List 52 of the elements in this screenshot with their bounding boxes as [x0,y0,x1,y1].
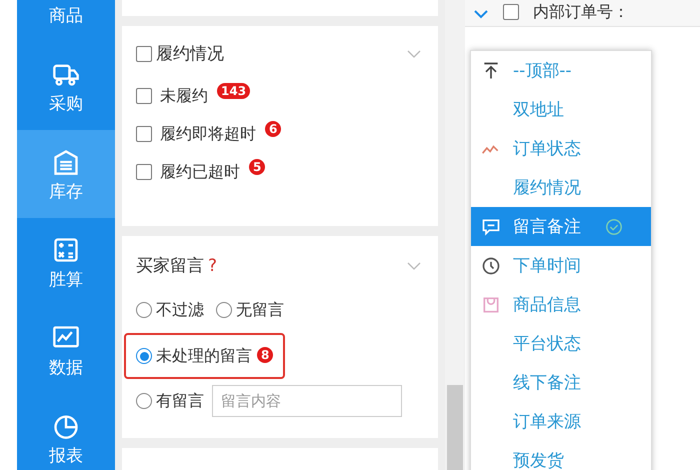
radio-button[interactable] [136,302,152,318]
menu-item[interactable]: 订单状态 [471,129,651,168]
radio-option[interactable]: 未处理的留言 8 [136,341,274,371]
menu-item[interactable]: 预发货 [471,441,651,470]
radio-option[interactable]: 有留言 [136,386,204,416]
count-badge: 8 [257,347,274,363]
checkbox[interactable] [136,88,152,104]
calculator-icon [52,236,80,264]
checkbox[interactable] [136,164,152,180]
option-label: 不过滤 [156,300,204,320]
help-icon[interactable]: ? [208,256,218,276]
option-label: 未履约 [160,86,208,106]
checkbox[interactable] [503,4,519,20]
menu-item[interactable]: 履约情况 [471,168,651,207]
clock-icon [481,256,501,276]
menu-item[interactable]: 线下备注 [471,363,651,402]
menu-item[interactable]: 订单来源 [471,402,651,441]
checkbox[interactable] [136,46,152,62]
section-title: 履约情况 [156,43,224,65]
sidebar-item[interactable]: 报表 [17,394,115,470]
sidebar-item[interactable]: 数据 [17,306,115,394]
count-badge: 5 [249,159,266,175]
option-label: 履约即将超时 [160,124,256,144]
menu-item[interactable]: 留言备注 [471,207,651,246]
sidebar-item[interactable]: 胜算 [17,218,115,306]
menu-item[interactable]: 下单时间 [471,246,651,285]
sidebar-item[interactable]: 库存 [17,130,115,218]
radio-button[interactable] [136,348,152,364]
option-label: 履约已超时 [160,162,240,182]
radio-button[interactable] [136,393,152,409]
menu-item[interactable]: 双地址 [471,90,651,129]
radio-option[interactable]: 无留言 [216,295,284,325]
bag-icon [481,294,501,314]
menu-item[interactable]: 平台状态 [471,324,651,363]
menu-item[interactable]: 商品信息 [471,285,651,324]
radio-button[interactable] [216,302,232,318]
comment-icon [481,216,501,236]
message-field[interactable]: 留言内容 [212,385,402,417]
option-label: 有留言 [156,390,204,412]
section-title: 买家留言 [136,255,204,277]
sidebar-item[interactable]: 商品 [17,0,115,42]
radio-option[interactable]: 不过滤 [136,295,204,325]
count-badge: 6 [265,121,282,137]
menu-item[interactable]: --顶部-- [471,51,651,90]
check-circle-icon [605,218,623,236]
option-label: 无留言 [236,300,284,320]
scrollbar[interactable] [447,385,463,470]
checkbox[interactable] [136,126,152,142]
warehouse-icon [52,148,80,176]
count-badge: 143 [217,83,250,99]
sidebar-item[interactable]: 采购 [17,42,115,130]
option-label: 未处理的留言 [156,346,252,366]
